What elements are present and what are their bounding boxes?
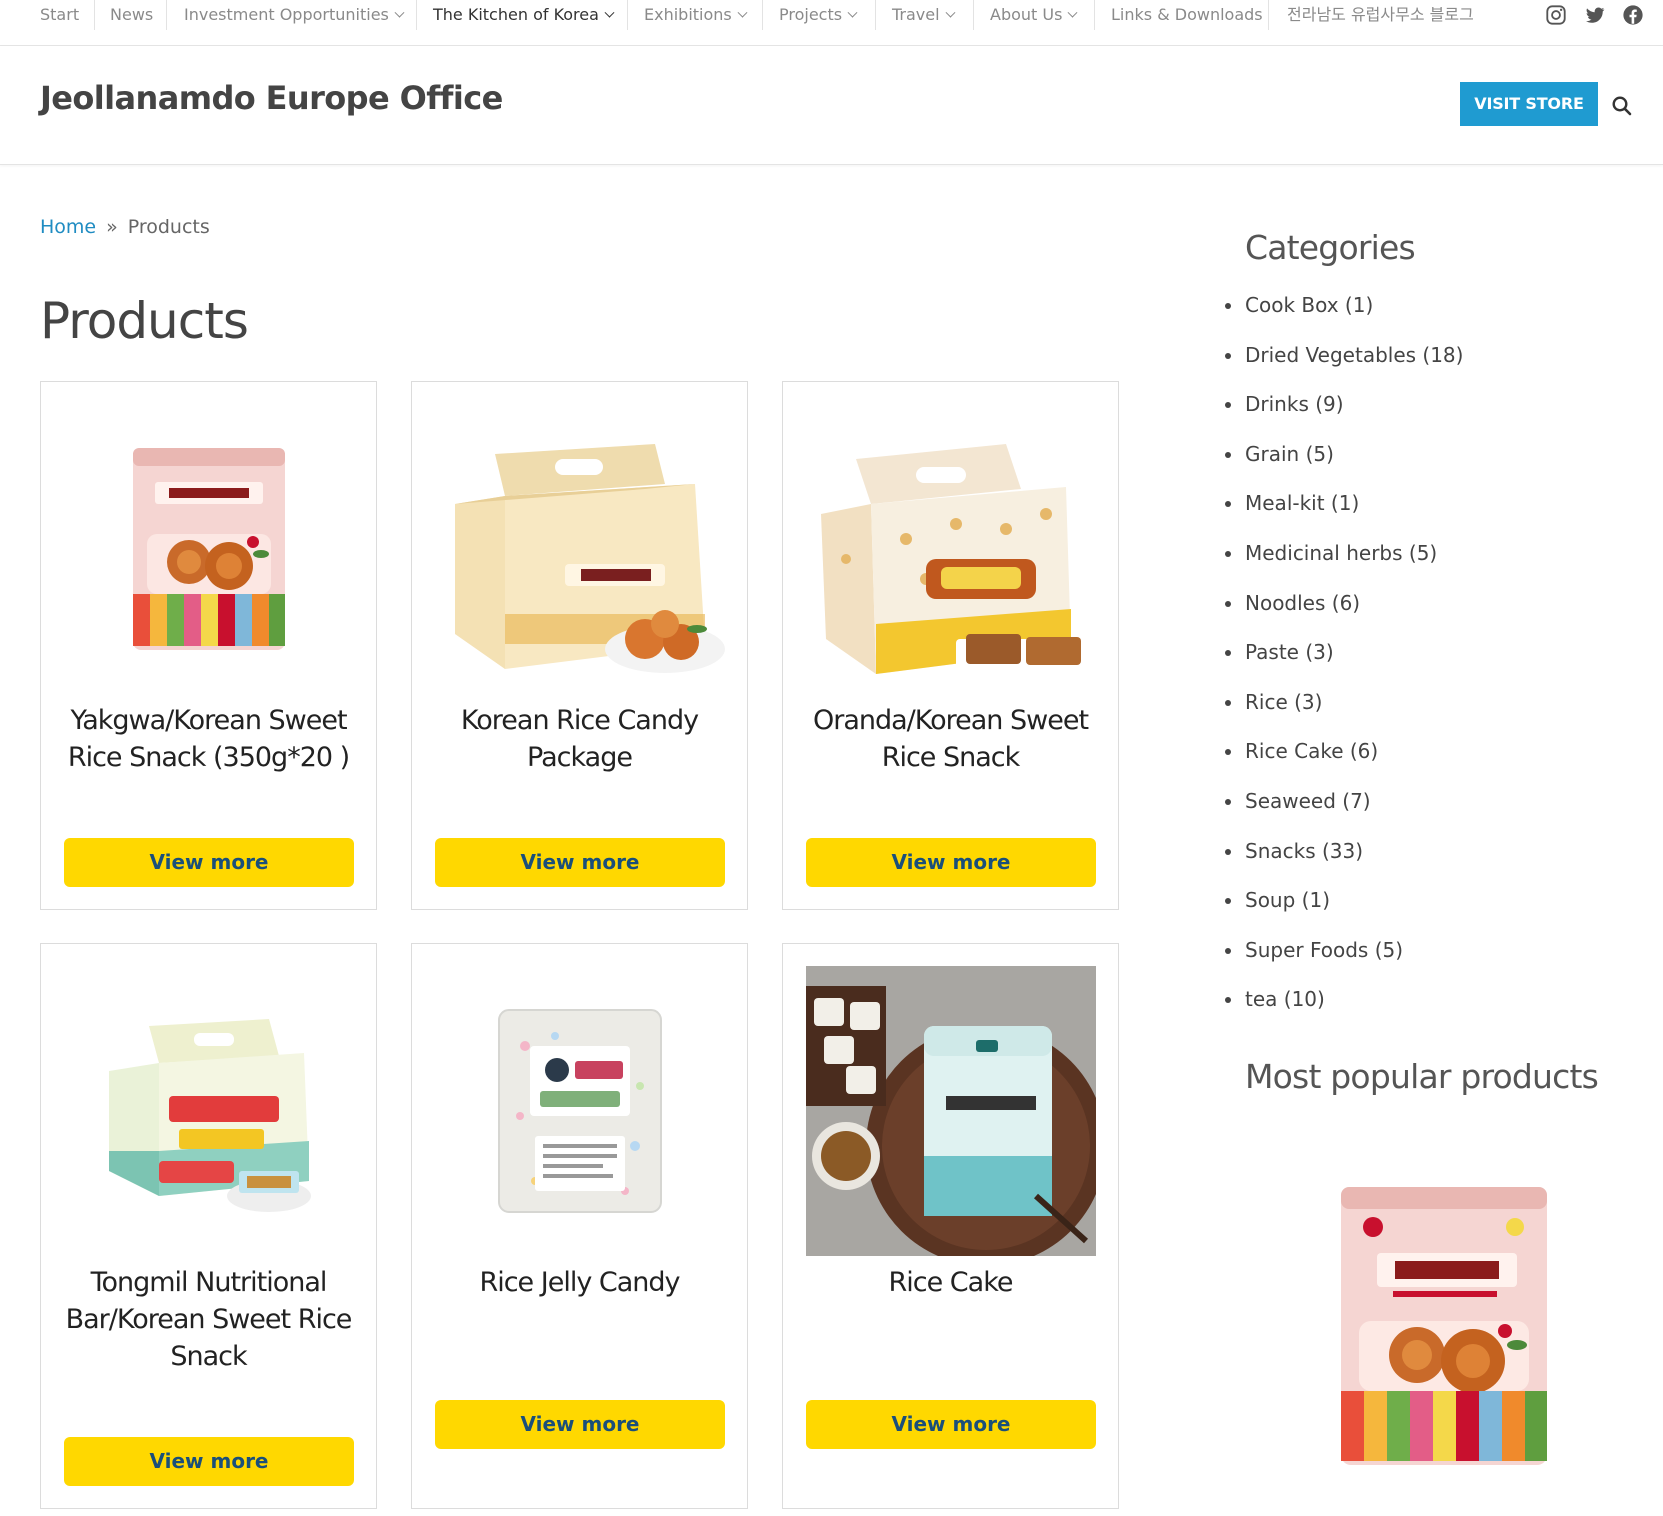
category-item[interactable]: Cook Box (1) <box>1224 293 1463 343</box>
chevron-down-icon <box>394 7 405 18</box>
chevron-down-icon <box>737 7 748 18</box>
search-icon[interactable] <box>1611 95 1633 117</box>
nav-item-projects[interactable]: Projects <box>779 0 858 30</box>
rice-jelly-bag-image <box>498 1009 662 1213</box>
category-item[interactable]: Super Foods (5) <box>1224 938 1463 988</box>
chevron-down-icon <box>1067 7 1078 18</box>
category-item[interactable]: Medicinal herbs (5) <box>1224 541 1463 591</box>
oranda-box-image <box>821 444 1086 679</box>
nav-item-about-us[interactable]: About Us <box>990 0 1078 30</box>
nav-divider <box>416 0 417 30</box>
yakgwa-bag-image <box>1341 1187 1547 1465</box>
category-item[interactable]: Meal-kit (1) <box>1224 491 1463 541</box>
rice-cake-photo <box>806 966 1096 1256</box>
chevron-down-icon <box>945 7 956 18</box>
nav-divider <box>166 0 167 30</box>
breadcrumb-home-link[interactable]: Home <box>40 216 96 238</box>
view-more-button[interactable]: View more <box>435 1400 725 1449</box>
breadcrumb: Home » Products <box>40 216 210 238</box>
breadcrumb-current: Products <box>127 216 210 238</box>
category-item[interactable]: Noodles (6) <box>1224 591 1463 641</box>
product-name[interactable]: Tongmil Nutritional Bar/Korean Sweet Ric… <box>51 1264 366 1375</box>
site-header: Jeollanamdo Europe Office VISIT STORE <box>0 46 1663 165</box>
category-item[interactable]: Rice (3) <box>1224 690 1463 740</box>
popular-product-image[interactable] <box>1337 1183 1551 1469</box>
product-image[interactable] <box>435 966 725 1256</box>
category-item[interactable]: Dried Vegetables (18) <box>1224 343 1463 393</box>
category-item[interactable]: Snacks (33) <box>1224 839 1463 889</box>
nav-item-kitchen-of-korea[interactable]: The Kitchen of Korea <box>433 0 615 30</box>
product-image[interactable] <box>806 404 1096 694</box>
category-item[interactable]: Paste (3) <box>1224 640 1463 690</box>
category-item[interactable]: Soup (1) <box>1224 888 1463 938</box>
tongmil-box-image <box>109 1019 311 1212</box>
product-name[interactable]: Rice Cake <box>793 1264 1108 1301</box>
view-more-button[interactable]: View more <box>435 838 725 887</box>
nav-divider <box>762 0 763 30</box>
view-more-button[interactable]: View more <box>64 838 354 887</box>
view-more-button[interactable]: View more <box>806 838 1096 887</box>
nav-item-travel[interactable]: Travel <box>892 0 956 30</box>
product-name[interactable]: Yakgwa/Korean Sweet Rice Snack (350g*20 … <box>51 702 366 776</box>
nav-divider <box>94 0 95 30</box>
nav-item-label: Exhibitions <box>644 5 732 24</box>
product-card: Tongmil Nutritional Bar/Korean Sweet Ric… <box>40 943 377 1509</box>
product-card: Yakgwa/Korean Sweet Rice Snack (350g*20 … <box>40 381 377 910</box>
chevron-down-icon <box>847 7 858 18</box>
yakgwa-bag-image <box>133 448 285 650</box>
product-image[interactable] <box>64 966 354 1256</box>
top-navigation: Start News Investment Opportunities The … <box>0 0 1663 46</box>
nav-item-label: Projects <box>779 5 843 24</box>
nav-divider <box>1094 0 1095 30</box>
twitter-icon[interactable] <box>1584 4 1606 26</box>
product-image[interactable] <box>806 966 1096 1256</box>
view-more-button[interactable]: View more <box>806 1400 1096 1449</box>
product-card: Rice Jelly Candy View more <box>411 943 748 1509</box>
facebook-icon[interactable] <box>1622 4 1644 26</box>
category-item[interactable]: Grain (5) <box>1224 442 1463 492</box>
category-item[interactable]: Drinks (9) <box>1224 392 1463 442</box>
breadcrumb-separator: » <box>106 216 118 238</box>
category-item[interactable]: Seaweed (7) <box>1224 789 1463 839</box>
site-title[interactable]: Jeollanamdo Europe Office <box>40 79 503 117</box>
category-item[interactable]: tea (10) <box>1224 987 1463 1037</box>
product-card: Korean Rice Candy Package View more <box>411 381 748 910</box>
product-name[interactable]: Rice Jelly Candy <box>422 1264 737 1301</box>
product-card: Rice Cake View more <box>782 943 1119 1509</box>
instagram-icon[interactable] <box>1545 4 1567 26</box>
product-name[interactable]: Oranda/Korean Sweet Rice Snack <box>793 702 1108 776</box>
nav-item-label: Travel <box>892 5 940 24</box>
nav-divider <box>973 0 974 30</box>
product-name[interactable]: Korean Rice Candy Package <box>422 702 737 776</box>
category-item[interactable]: Rice Cake (6) <box>1224 739 1463 789</box>
nav-item-label: Investment Opportunities <box>184 5 389 24</box>
nav-item-links-downloads[interactable]: Links & Downloads <box>1111 0 1263 30</box>
visit-store-button[interactable]: VISIT STORE <box>1460 82 1598 126</box>
nav-item-korean-blog[interactable]: 전라남도 유럽사무소 블로그 <box>1287 0 1474 30</box>
chevron-down-icon <box>604 7 615 18</box>
nav-divider <box>1268 0 1269 30</box>
rice-candy-box-image <box>455 444 725 673</box>
nav-divider <box>627 0 628 30</box>
category-list: Cook Box (1) Dried Vegetables (18) Drink… <box>1224 293 1463 1037</box>
nav-item-label: The Kitchen of Korea <box>433 5 599 24</box>
categories-heading: Categories <box>1245 228 1416 267</box>
popular-products-heading: Most popular products <box>1245 1057 1599 1096</box>
nav-item-exhibitions[interactable]: Exhibitions <box>644 0 748 30</box>
nav-item-investment-opportunities[interactable]: Investment Opportunities <box>184 0 405 30</box>
nav-divider <box>875 0 876 30</box>
nav-item-news[interactable]: News <box>110 0 153 30</box>
nav-item-start[interactable]: Start <box>40 0 79 30</box>
page-title: Products <box>40 292 249 350</box>
product-card: Oranda/Korean Sweet Rice Snack View more <box>782 381 1119 910</box>
product-image[interactable] <box>435 404 725 694</box>
view-more-button[interactable]: View more <box>64 1437 354 1486</box>
product-image[interactable] <box>64 404 354 694</box>
nav-item-label: About Us <box>990 5 1063 24</box>
